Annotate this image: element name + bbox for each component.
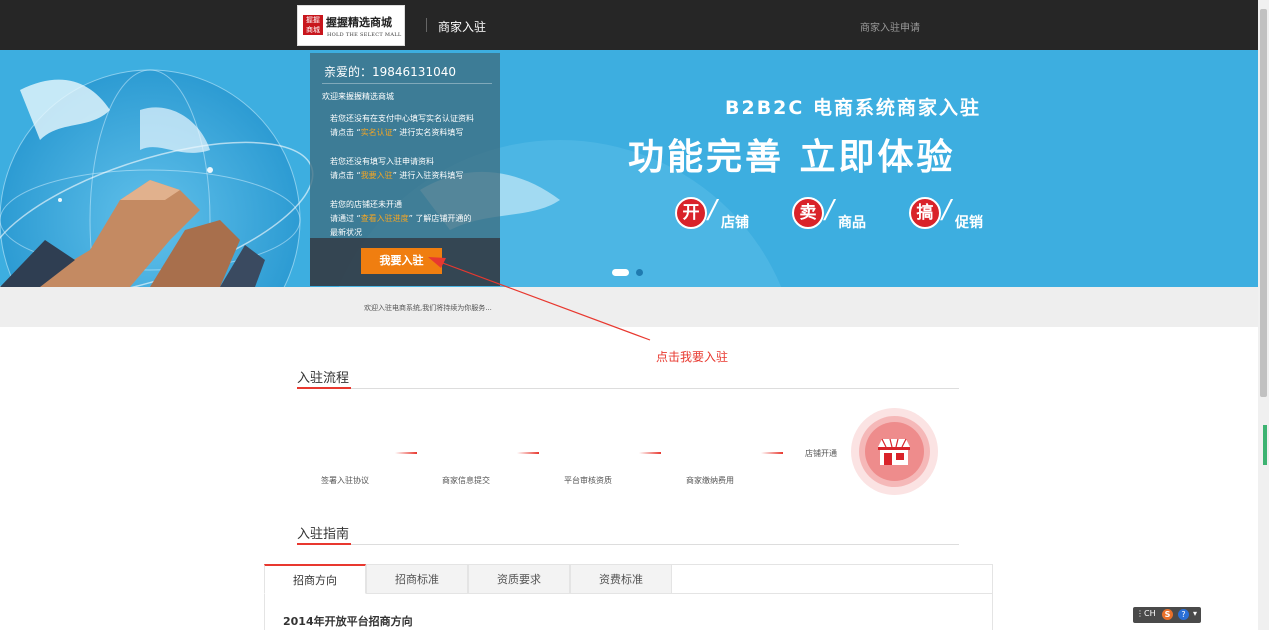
scroll-marker xyxy=(1263,425,1267,465)
grip-icon: ⋮ xyxy=(1136,609,1144,618)
section-divider xyxy=(297,388,959,389)
section-accent xyxy=(297,543,351,545)
help-icon[interactable]: ? xyxy=(1178,609,1189,620)
tab-fees[interactable]: 资费标准 xyxy=(570,564,672,594)
step-submit-info: 商家信息提交 xyxy=(442,476,490,485)
sogou-icon[interactable]: S xyxy=(1162,609,1173,620)
annotation-text: 点击我要入驻 xyxy=(656,350,729,364)
page: 握握 商城 握握精选商城 HOLD THE SELECT MALL 商家入驻 商家… xyxy=(0,0,1269,630)
step-store-open: 店铺开通 xyxy=(805,449,837,458)
section-accent xyxy=(297,387,351,389)
tab-recruitment-standard[interactable]: 招商标准 xyxy=(366,564,468,594)
step-review: 平台审核资质 xyxy=(564,476,612,485)
tab-qualification[interactable]: 资质要求 xyxy=(468,564,570,594)
chevron-down-icon[interactable]: ▾ xyxy=(1193,609,1197,618)
tab-content-heading: 2014年开放平台招商方向 xyxy=(283,615,413,628)
store-icon xyxy=(878,438,910,465)
ime-language-label[interactable]: CH xyxy=(1144,609,1156,618)
tab-recruitment-direction[interactable]: 招商方向 xyxy=(264,564,366,594)
section-divider xyxy=(297,544,959,545)
guide-section-title: 入驻指南 xyxy=(297,527,350,542)
step-sign-agreement: 签署入驻协议 xyxy=(321,476,369,485)
step-connector xyxy=(639,452,661,454)
step-connector xyxy=(395,452,417,454)
step-connector xyxy=(517,452,539,454)
process-section-title: 入驻流程 xyxy=(297,371,350,386)
scrollbar-thumb[interactable] xyxy=(1260,9,1267,397)
step-connector xyxy=(761,452,783,454)
step-pay-fees: 商家缴纳费用 xyxy=(686,476,734,485)
annotation-arrow xyxy=(428,257,651,341)
ime-toolbar[interactable]: ⋮ CH S ? ▾ xyxy=(1133,607,1201,623)
